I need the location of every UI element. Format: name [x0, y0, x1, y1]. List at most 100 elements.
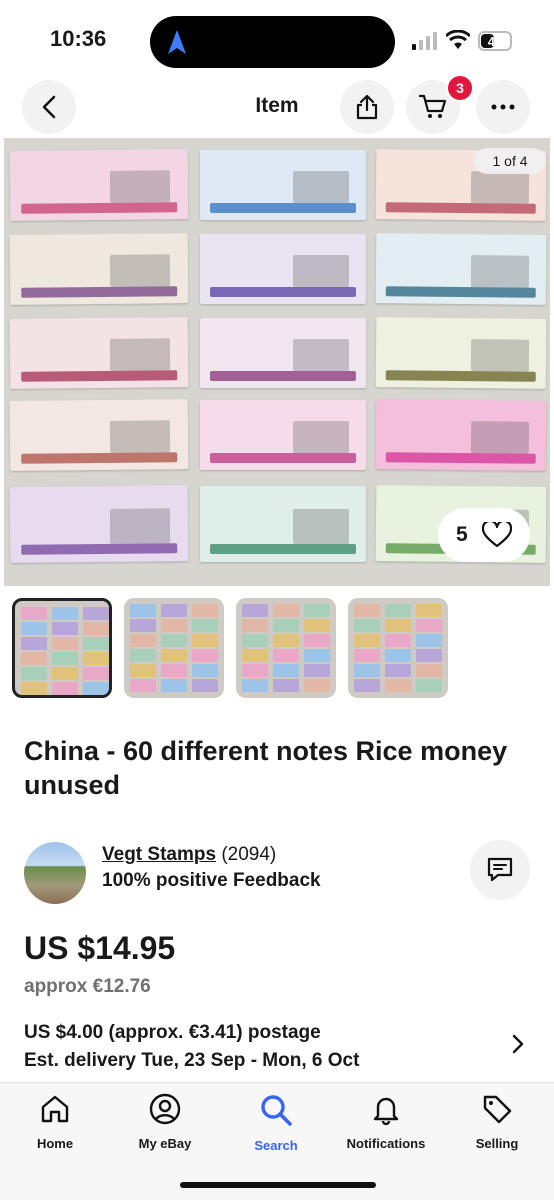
- coupon-illustration: [292, 421, 350, 454]
- coupon-note: [9, 485, 189, 563]
- page-title: Item: [255, 94, 299, 117]
- share-button[interactable]: [340, 80, 394, 134]
- thumbnail-coupon: [83, 607, 109, 620]
- gallery-thumbnail[interactable]: [348, 598, 448, 698]
- coupon-band: [385, 452, 536, 464]
- thumbnail-coupon: [130, 664, 156, 677]
- coupon-note: [9, 149, 189, 221]
- cart-count-badge: 3: [446, 74, 474, 102]
- seller-name-link[interactable]: Vegt Stamps: [102, 844, 216, 865]
- thumbnail-coupon: [192, 619, 218, 632]
- thumbnail-coupon: [242, 604, 268, 617]
- coupon-note: [200, 318, 366, 388]
- thumbnail-coupon: [21, 637, 47, 650]
- coupon-note: [375, 317, 547, 389]
- coupon-illustration: [292, 171, 350, 204]
- chevron-right-icon[interactable]: [512, 1034, 524, 1054]
- coupon-band: [385, 286, 536, 298]
- thumbnail-coupon: [161, 604, 187, 617]
- thumbnail-coupon: [161, 664, 187, 677]
- thumbnail-coupon: [161, 649, 187, 662]
- back-icon: [42, 95, 56, 119]
- coupon-note: [375, 233, 547, 305]
- thumbnail-coupon: [354, 634, 380, 647]
- watch-count: 5: [456, 523, 468, 546]
- bell-icon: [373, 1097, 399, 1126]
- thumbnail-coupon: [192, 634, 218, 647]
- coupon-illustration: [471, 339, 530, 372]
- thumbnail-coupon: [416, 664, 442, 677]
- gallery-thumbnail[interactable]: [236, 598, 336, 698]
- top-bar: Item 3: [0, 74, 554, 136]
- coupon-band: [209, 371, 357, 381]
- watch-button[interactable]: 5: [438, 508, 530, 562]
- nav-home[interactable]: Home: [0, 1093, 110, 1151]
- gallery-thumbnail[interactable]: [12, 598, 112, 698]
- seller-avatar[interactable]: [24, 842, 86, 904]
- thumbnail-coupon: [52, 667, 78, 680]
- thumbnail-coupon: [192, 604, 218, 617]
- coupon-note: [200, 486, 366, 562]
- share-icon: [356, 94, 378, 120]
- nav-selling-label: Selling: [475, 1136, 519, 1151]
- contact-seller-button[interactable]: [470, 840, 530, 900]
- thumbnail-coupon: [385, 679, 411, 692]
- coupon-note: [375, 399, 547, 471]
- thumbnail-coupon: [161, 634, 187, 647]
- thumbnail-coupon: [83, 667, 109, 680]
- thumbnail-coupon: [52, 637, 78, 650]
- thumbnail-coupon: [273, 634, 299, 647]
- coupon-illustration: [109, 420, 171, 454]
- thumbnail-coupon: [304, 649, 330, 662]
- coupon-band: [20, 286, 178, 298]
- coupon-note: [9, 233, 189, 305]
- thumbnail-coupon: [416, 604, 442, 617]
- thumbnail-coupon: [273, 664, 299, 677]
- thumbnail-coupon: [304, 679, 330, 692]
- thumbnail-coupon: [242, 634, 268, 647]
- more-icon: [491, 104, 515, 110]
- thumbnail-coupon: [273, 604, 299, 617]
- thumbnail-coupon: [304, 664, 330, 677]
- thumbnail-coupon: [273, 619, 299, 632]
- nav-search[interactable]: Search: [221, 1093, 331, 1153]
- coupon-note: [9, 399, 189, 471]
- coupon-band: [20, 370, 178, 382]
- thumbnail-coupon: [52, 652, 78, 665]
- coupon-illustration: [109, 338, 171, 372]
- heart-icon: [481, 522, 512, 548]
- thumbnail-coupon: [385, 664, 411, 677]
- back-button[interactable]: [22, 80, 76, 134]
- postage-cost[interactable]: US $4.00 (approx. €3.41) postage: [24, 1022, 321, 1044]
- thumbnail-coupon: [354, 604, 380, 617]
- nav-notifications[interactable]: Notifications: [331, 1093, 441, 1151]
- thumbnail-coupon: [130, 619, 156, 632]
- more-options-button[interactable]: [476, 80, 530, 134]
- thumbnail-coupon: [416, 679, 442, 692]
- nav-selling[interactable]: Selling: [442, 1093, 552, 1151]
- thumbnail-coupon: [416, 649, 442, 662]
- thumbnail-coupon: [385, 619, 411, 632]
- coupon-illustration: [109, 170, 171, 204]
- dynamic-island: [150, 16, 395, 68]
- thumbnail-coupon: [52, 682, 78, 695]
- message-icon: [487, 857, 513, 882]
- coupon-illustration: [109, 254, 171, 288]
- coupon-illustration: [292, 508, 350, 544]
- tag-icon: [483, 1095, 512, 1124]
- gallery-thumbnail[interactable]: [124, 598, 224, 698]
- nav-my-ebay-label: My eBay: [138, 1136, 192, 1151]
- item-price: US $14.95: [24, 930, 176, 966]
- thumbnail-coupon: [21, 622, 47, 635]
- battery-percent: 45: [487, 34, 503, 49]
- nav-my-ebay[interactable]: My eBay: [110, 1093, 220, 1151]
- thumbnail-coupon: [21, 652, 47, 665]
- status-time: 10:36: [50, 26, 107, 51]
- coupon-illustration: [471, 171, 530, 204]
- user-icon: [149, 1093, 181, 1125]
- thumbnail-coupon: [21, 682, 47, 695]
- thumbnail-coupon: [83, 682, 109, 695]
- home-icon: [41, 1095, 69, 1123]
- coupon-note: [200, 400, 366, 470]
- delivery-estimate[interactable]: Est. delivery Tue, 23 Sep - Mon, 6 Oct: [24, 1050, 359, 1072]
